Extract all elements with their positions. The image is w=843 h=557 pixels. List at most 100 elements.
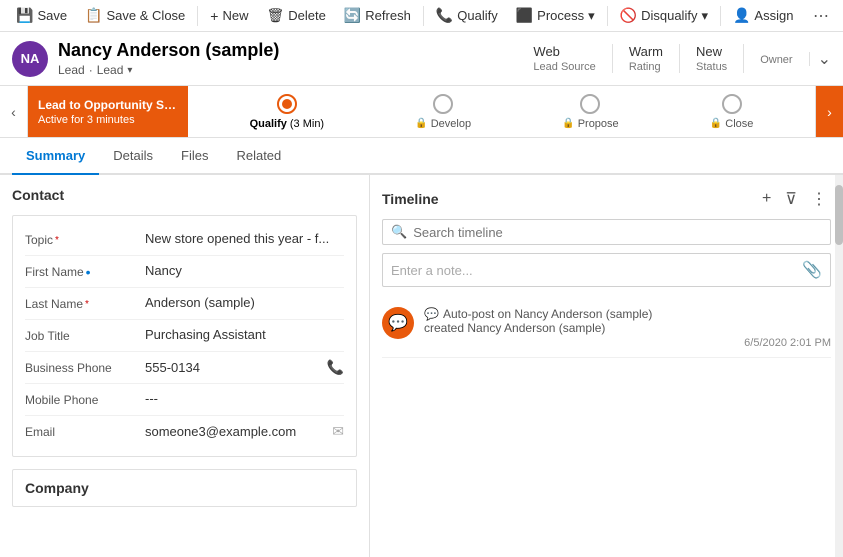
separator-1 <box>197 6 198 26</box>
phone-icon[interactable]: 📞 <box>327 359 344 376</box>
meta-lead-source-label: Lead Source <box>533 61 595 73</box>
subtitle-chevron[interactable]: ▾ <box>127 65 132 76</box>
assign-button[interactable]: 👤 Assign <box>725 3 801 28</box>
tabs: Summary Details Files Related <box>0 138 843 175</box>
lead-label-2: Lead <box>97 63 124 77</box>
disqualify-dropdown-icon: ▾ <box>701 8 708 24</box>
email-value[interactable]: someone3@example.com ✉ <box>145 423 344 440</box>
record-title: Nancy Anderson (sample) <box>58 40 517 61</box>
stage-promo-sub: Active for 3 minutes <box>38 114 178 126</box>
refresh-button[interactable]: 🔄 Refresh <box>336 3 419 28</box>
topic-value[interactable]: New store opened this year - f... <box>145 231 344 246</box>
header-info: Nancy Anderson (sample) Lead · Lead ▾ <box>58 40 517 77</box>
timeline-title: Timeline <box>382 191 758 207</box>
timeline-header: Timeline + ⊽ ⋮ <box>382 187 831 211</box>
contact-form-card: Topic * New store opened this year - f..… <box>12 215 357 457</box>
delete-button[interactable]: 🗑 Delete <box>258 3 333 28</box>
stage-close-circle <box>722 94 742 114</box>
qualify-icon: 📞 <box>436 7 453 24</box>
scrollbar-thumb <box>835 185 843 245</box>
timeline-search-input[interactable] <box>413 225 822 240</box>
new-button[interactable]: + New <box>202 4 256 28</box>
stage-close[interactable]: 🔒 Close <box>710 94 754 130</box>
meta-status-label: Status <box>696 61 727 73</box>
stage-nav-right-button[interactable]: › <box>815 86 843 137</box>
tab-files[interactable]: Files <box>167 138 222 175</box>
meta-owner-label: Owner <box>760 54 792 66</box>
business-phone-value[interactable]: 555-0134 📞 <box>145 359 344 376</box>
entry-record-name: Nancy Anderson (sample) <box>467 321 605 335</box>
topic-label: Topic * <box>25 231 145 247</box>
disqualify-button[interactable]: 🚫 Disqualify ▾ <box>612 3 716 28</box>
mobile-phone-label: Mobile Phone <box>25 391 145 407</box>
search-icon: 🔍 <box>391 224 407 240</box>
header-expand-button[interactable]: ⌄ <box>818 49 831 69</box>
separator-2 <box>423 6 424 26</box>
close-lock-icon: 🔒 <box>710 118 722 129</box>
field-business-phone: Business Phone 555-0134 📞 <box>25 352 344 384</box>
meta-owner: Owner <box>744 52 809 66</box>
meta-lead-source: Web Lead Source <box>517 44 612 73</box>
field-topic: Topic * New store opened this year - f..… <box>25 224 344 256</box>
stage-qualify[interactable]: Qualify (3 Min) <box>250 94 325 130</box>
subtitle-dot: · <box>89 63 93 77</box>
stage-qualify-circle <box>277 94 297 114</box>
last-name-value[interactable]: Anderson (sample) <box>145 295 344 310</box>
meta-rating-value: Warm <box>629 44 663 59</box>
develop-lock-icon: 🔒 <box>415 118 427 129</box>
mobile-phone-value[interactable]: --- <box>145 391 344 406</box>
entry-content: 💬 Auto-post on Nancy Anderson (sample) c… <box>424 307 831 349</box>
assign-icon: 👤 <box>733 7 750 24</box>
record-header: NA Nancy Anderson (sample) Lead · Lead ▾… <box>0 32 843 86</box>
save-button[interactable]: 💾 Save <box>8 3 75 28</box>
save-close-icon: 📋 <box>85 7 102 24</box>
save-close-button[interactable]: 📋 Save & Close <box>77 3 193 28</box>
note-input-box[interactable]: Enter a note... 📎 <box>382 253 831 287</box>
attachment-icon[interactable]: 📎 <box>802 260 822 280</box>
stage-propose-label: 🔒 Propose <box>562 118 618 130</box>
stage-close-label: 🔒 Close <box>710 118 754 130</box>
email-label: Email <box>25 423 145 439</box>
entry-date: 6/5/2020 2:01 PM <box>424 337 831 349</box>
timeline-actions: + ⊽ ⋮ <box>758 187 831 211</box>
timeline-search-bar: 🔍 <box>382 219 831 245</box>
more-button[interactable]: ⋯ <box>807 2 835 30</box>
timeline-add-button[interactable]: + <box>758 188 775 210</box>
new-icon: + <box>210 8 218 24</box>
left-panel: Contact Topic * New store opened this ye… <box>0 175 370 557</box>
process-button[interactable]: ⬛ Process ▾ <box>508 3 603 28</box>
stage-promo[interactable]: Lead to Opportunity Sale... Active for 3… <box>28 86 188 137</box>
separator-3 <box>607 6 608 26</box>
entry-avatar-icon: 💬 <box>388 313 408 333</box>
tab-details[interactable]: Details <box>99 138 167 175</box>
qualify-button[interactable]: 📞 Qualify <box>428 3 506 28</box>
tab-related[interactable]: Related <box>222 138 295 175</box>
process-icon: ⬛ <box>516 7 533 24</box>
save-icon: 💾 <box>16 7 33 24</box>
contact-section-title: Contact <box>12 187 357 203</box>
stage-promo-title: Lead to Opportunity Sale... <box>38 98 178 112</box>
record-subtitle: Lead · Lead ▾ <box>58 63 517 77</box>
meta-rating: Warm Rating <box>613 44 680 73</box>
field-job-title: Job Title Purchasing Assistant <box>25 320 344 352</box>
scrollbar[interactable] <box>835 175 843 557</box>
stage-develop-circle <box>433 94 453 114</box>
refresh-icon: 🔄 <box>344 7 361 24</box>
company-section-title: Company <box>12 469 357 507</box>
lead-label-1: Lead <box>58 63 85 77</box>
job-title-value[interactable]: Purchasing Assistant <box>145 327 344 342</box>
stage-nav-left-button[interactable]: ‹ <box>0 86 28 137</box>
first-name-value[interactable]: Nancy <box>145 263 344 278</box>
stage-qualify-duration: (3 Min) <box>290 118 324 130</box>
autopost-icon: 💬 <box>424 307 439 321</box>
timeline-filter-button[interactable]: ⊽ <box>781 187 801 211</box>
stage-bar: ‹ Lead to Opportunity Sale... Active for… <box>0 86 843 138</box>
email-icon[interactable]: ✉ <box>332 423 344 440</box>
entry-type-label: Auto-post on Nancy Anderson (sample) <box>443 307 652 321</box>
meta-lead-source-value: Web <box>533 44 560 59</box>
stage-propose[interactable]: 🔒 Propose <box>562 94 618 130</box>
timeline-more-button[interactable]: ⋮ <box>807 187 831 211</box>
stage-develop[interactable]: 🔒 Develop <box>415 94 471 130</box>
tab-summary[interactable]: Summary <box>12 138 99 175</box>
job-title-label: Job Title <box>25 327 145 343</box>
